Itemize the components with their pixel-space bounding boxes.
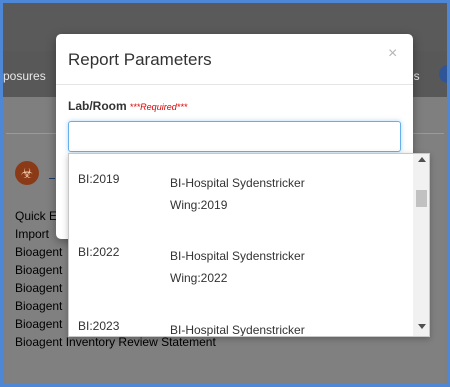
- modal-header: Report Parameters ×: [56, 34, 413, 85]
- biohazard-icon: ☣: [15, 161, 39, 185]
- scrollbar-thumb[interactable]: [416, 190, 427, 207]
- lab-room-dropdown: BI:2019 BI-Hospital Sydenstricker Wing:2…: [68, 153, 430, 337]
- close-icon[interactable]: ×: [388, 45, 397, 63]
- nav-item-exposures[interactable]: posures: [3, 69, 46, 83]
- window-frame: posures es ☣ Quick E Import Bioagent Bio…: [0, 0, 450, 387]
- option-code: BI:2019: [78, 172, 120, 186]
- nav-circle-icon[interactable]: [439, 65, 447, 83]
- scroll-up-icon[interactable]: [418, 157, 426, 162]
- lab-room-input[interactable]: [68, 121, 401, 152]
- lab-room-label: Lab/Room ***Required***: [68, 99, 187, 113]
- required-indicator: ***Required***: [129, 102, 188, 112]
- option-name: BI-Hospital Sydenstricker: [170, 323, 305, 337]
- option-code: BI:2022: [78, 245, 120, 259]
- dropdown-option[interactable]: BI:2019 BI-Hospital Sydenstricker Wing:2…: [69, 154, 413, 224]
- modal-title: Report Parameters: [68, 50, 212, 69]
- lab-room-label-text: Lab/Room: [68, 99, 127, 113]
- scroll-down-icon[interactable]: [418, 324, 426, 329]
- option-name: BI-Hospital Sydenstricker Wing:2022: [170, 249, 305, 285]
- panel-title-link[interactable]: [49, 163, 55, 179]
- dropdown-scrollbar[interactable]: [413, 154, 429, 336]
- dropdown-option[interactable]: BI:2022 BI-Hospital Sydenstricker Wing:2…: [69, 227, 413, 297]
- option-code: BI:2023: [78, 319, 120, 333]
- option-name: BI-Hospital Sydenstricker Wing:2019: [170, 176, 305, 212]
- dropdown-option[interactable]: BI:2023 BI-Hospital Sydenstricker: [69, 301, 413, 337]
